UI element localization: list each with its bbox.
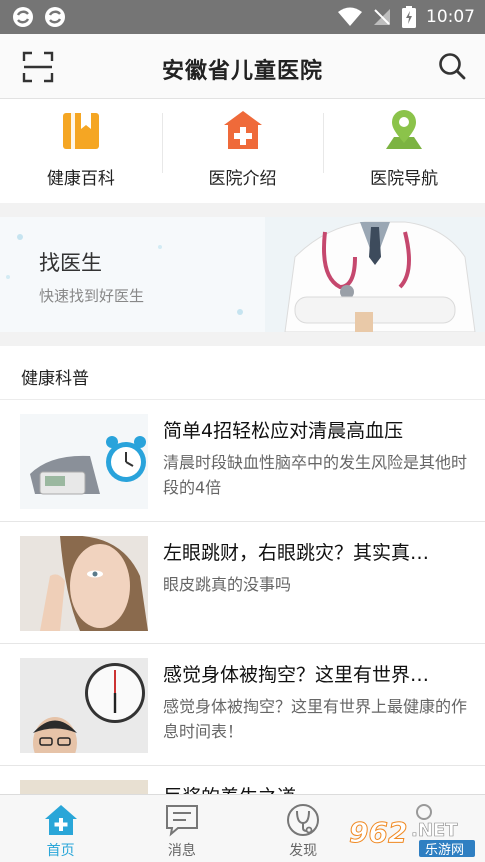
find-doctor-banner[interactable]: 找医生 快速找到好医生 (0, 217, 485, 332)
quick-link-label: 健康百科 (46, 169, 115, 189)
article-thumbnail (20, 536, 148, 631)
section-title: 健康科普 (21, 369, 89, 389)
article-thumbnail (20, 414, 148, 509)
quick-link-health-wiki[interactable]: 健康百科 (0, 99, 162, 203)
man-clock-image (20, 658, 148, 753)
page-title: 安徽省儿童医院 (161, 59, 323, 84)
battery-icon (402, 6, 416, 28)
tab-discover[interactable]: 发现 (243, 795, 364, 862)
tab-label: 发现 (289, 843, 318, 859)
article-item[interactable]: 简单4招轻松应对清晨高血压 清晨时段缺血性脑卒中的发生风险是其他时段的4倍 (0, 400, 485, 522)
article-description: 感觉身体被掏空？这里有世界上最健康的作息时间表！ (163, 697, 468, 741)
article-thumbnail (20, 658, 148, 753)
tab-label: 消息 (167, 843, 196, 859)
map-pin-icon (386, 110, 423, 149)
sync-icon (45, 7, 65, 27)
message-icon (165, 805, 198, 837)
banner-subtitle: 快速找到好医生 (39, 287, 145, 305)
svg-text:962: 962 (349, 816, 407, 849)
tab-messages[interactable]: 消息 (121, 795, 242, 862)
article-item[interactable]: 感觉身体被掏空？这里有世界… 感觉身体被掏空？这里有世界上最健康的作息时间表！ (0, 644, 485, 766)
article-description: 清晨时段缺血性脑卒中的发生风险是其他时段的4倍 (163, 453, 468, 497)
woman-eye-image (20, 536, 148, 631)
app-bar: 安徽省儿童医院 (0, 34, 485, 99)
site-watermark-logo: 962 .NET 乐游网 (349, 816, 475, 858)
quick-link-label: 医院导航 (370, 169, 439, 189)
quick-link-hospital-nav[interactable]: 医院导航 (323, 99, 485, 203)
book-icon (62, 113, 99, 149)
article-title: 简单4招轻松应对清晨高血压 (163, 420, 404, 442)
tab-home[interactable]: 首页 (0, 795, 121, 862)
blood-pressure-clock-image (20, 414, 148, 509)
svg-text:乐游网: 乐游网 (425, 843, 464, 858)
svg-text:.NET: .NET (411, 820, 458, 841)
section-header: 健康科普 (0, 346, 485, 400)
tab-label: 首页 (46, 843, 75, 859)
banner-title: 找医生 (39, 251, 102, 275)
article-list: 简单4招轻松应对清晨高血压 清晨时段缺血性脑卒中的发生风险是其他时段的4倍 左眼… (0, 400, 485, 862)
clock: 10:07 (426, 7, 475, 27)
search-icon[interactable] (437, 51, 467, 81)
hospital-icon (223, 111, 262, 149)
article-title: 感觉身体被掏空？这里有世界… (163, 664, 430, 686)
article-description: 眼皮跳真的没事吗 (163, 575, 292, 594)
quick-link-hospital-intro[interactable]: 医院介绍 (161, 99, 324, 203)
sync-icon (13, 7, 33, 27)
status-bar: 10:07 (0, 0, 485, 34)
article-title: 左眼跳财，右眼跳灾？其实真… (163, 542, 430, 564)
doctor-illustration (265, 217, 485, 332)
article-item[interactable]: 左眼跳财，右眼跳灾？其实真… 眼皮跳真的没事吗 (0, 522, 485, 644)
home-icon (44, 805, 77, 835)
quick-link-label: 医院介绍 (208, 169, 277, 189)
quick-links: 健康百科 医院介绍 医院导航 (0, 99, 485, 203)
wifi-icon (338, 7, 362, 26)
no-signal-icon (374, 9, 390, 25)
stethoscope-icon (287, 804, 320, 836)
